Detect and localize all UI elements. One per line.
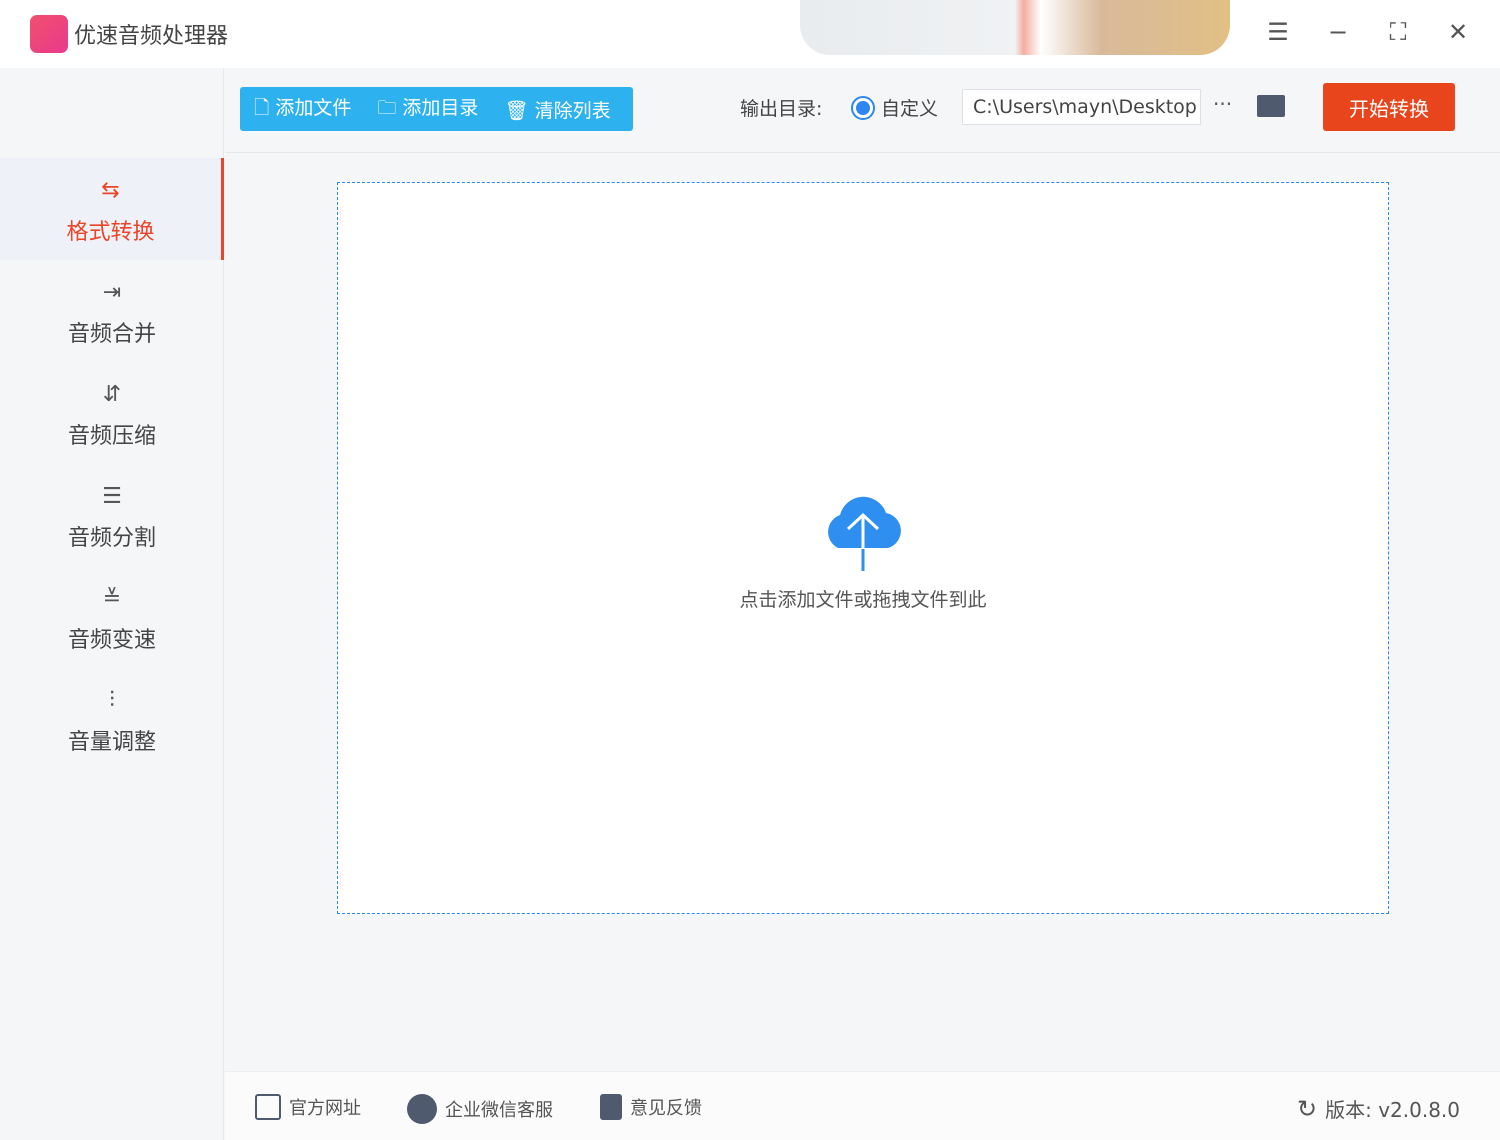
footer: 官方网址 企业微信客服 意见反馈 ↻ 版本: v2.0.8.0 xyxy=(225,1071,1500,1140)
add-file-button[interactable]: 🗋 添加文件 xyxy=(254,93,351,126)
toolbar: 🗋 添加文件 🗀 添加目录 🗑 清除列表 输出目录: 自定义 C:\Users\… xyxy=(225,68,1500,153)
merge-icon: ⇥ xyxy=(102,280,122,305)
minimize-icon[interactable]: − xyxy=(1323,18,1353,46)
split-icon: ☰ xyxy=(102,484,122,509)
sidebar-item-volume-adjust[interactable]: ⫶ 音量调整 xyxy=(0,668,224,770)
start-convert-button[interactable]: 开始转换 xyxy=(1323,83,1455,131)
version-label: 版本: v2.0.8.0 xyxy=(1325,1098,1461,1122)
sliders-icon: ≚ xyxy=(102,586,122,611)
feedback-icon xyxy=(600,1094,622,1120)
sidebar-item-format-convert[interactable]: ⇆ 格式转换 xyxy=(0,158,224,260)
user-account-area[interactable] xyxy=(800,0,1230,55)
convert-icon: ⇆ xyxy=(101,178,120,203)
clear-list-label: 清除列表 xyxy=(534,99,611,122)
title-bar: 优速音频处理器 ☰ − ⛶ ✕ xyxy=(0,0,1500,68)
clear-list-button[interactable]: 🗑 清除列表 xyxy=(504,96,610,123)
equalizer-icon: ⫶ xyxy=(109,688,115,713)
wechat-service-link[interactable]: 企业微信客服 xyxy=(407,1094,553,1124)
output-path-input[interactable]: C:\Users\mayn\Desktop xyxy=(962,89,1201,125)
add-folder-button[interactable]: 🗀 添加目录 xyxy=(377,93,478,126)
website-icon xyxy=(255,1094,281,1120)
sidebar: ⇆ 格式转换 ⇥ 音频合并 ⇵ 音频压缩 ☰ 音频分割 ≚ 音频变速 ⫶ 音量调整 xyxy=(0,68,224,1140)
app-title: 优速音频处理器 xyxy=(74,24,229,49)
sidebar-item-audio-compress[interactable]: ⇵ 音频压缩 xyxy=(0,362,224,464)
sidebar-item-audio-speed[interactable]: ≚ 音频变速 xyxy=(0,566,224,668)
browse-more-button[interactable]: ··· xyxy=(1213,92,1232,116)
maximize-icon[interactable]: ⛶ xyxy=(1383,18,1413,46)
file-button-group: 🗋 添加文件 🗀 添加目录 🗑 清除列表 xyxy=(240,87,633,131)
app-logo-icon xyxy=(30,15,68,53)
file-drop-zone[interactable]: 点击添加文件或拖拽文件到此 xyxy=(337,182,1389,914)
open-folder-icon[interactable] xyxy=(1257,95,1285,117)
feedback-link[interactable]: 意见反馈 xyxy=(600,1094,702,1120)
sidebar-item-audio-merge[interactable]: ⇥ 音频合并 xyxy=(0,260,224,362)
feedback-label: 意见反馈 xyxy=(630,1098,702,1119)
custom-radio[interactable] xyxy=(851,96,875,120)
custom-radio-label[interactable]: 自定义 xyxy=(881,94,938,121)
cloud-upload-icon xyxy=(828,496,901,571)
compress-icon: ⇵ xyxy=(102,382,122,407)
drop-hint: 点击添加文件或拖拽文件到此 xyxy=(739,589,987,611)
add-folder-label: 添加目录 xyxy=(402,96,479,119)
add-file-label: 添加文件 xyxy=(275,96,352,119)
website-label: 官方网址 xyxy=(289,1098,361,1119)
sidebar-item-audio-split[interactable]: ☰ 音频分割 xyxy=(0,464,224,566)
close-icon[interactable]: ✕ xyxy=(1443,18,1473,46)
wechat-label: 企业微信客服 xyxy=(445,1100,553,1121)
refresh-icon: ↻ xyxy=(1297,1094,1318,1123)
wechat-icon xyxy=(407,1094,437,1124)
menu-icon[interactable]: ☰ xyxy=(1263,18,1293,46)
website-link[interactable]: 官方网址 xyxy=(255,1094,361,1120)
version-info[interactable]: ↻ 版本: v2.0.8.0 xyxy=(1297,1094,1460,1123)
output-dir-label: 输出目录: xyxy=(740,98,823,120)
